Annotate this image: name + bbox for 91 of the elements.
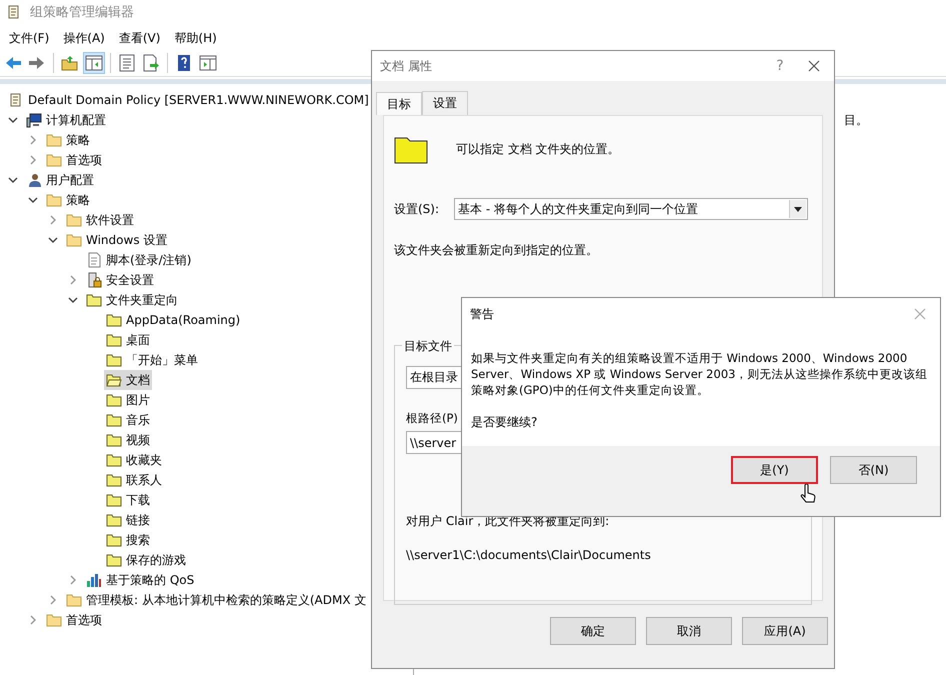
folder-icon (106, 472, 122, 488)
tree-item[interactable]: 首选项 (44, 610, 104, 630)
tree-item[interactable]: 策略 (44, 190, 92, 210)
computer-icon (26, 112, 42, 128)
group-label: 目标文件 (402, 338, 454, 355)
dialog-button[interactable]: 确定 (550, 617, 636, 645)
folder-icon (66, 212, 82, 228)
tree-item[interactable]: 文档 (104, 370, 152, 390)
menu-item[interactable]: 文件(F) (2, 30, 56, 46)
tree-item[interactable]: 保存的游戏 (104, 550, 188, 570)
tree-item[interactable]: 安全设置 (84, 270, 156, 290)
tree-item[interactable]: 链接 (104, 510, 152, 530)
folder-icon (46, 612, 62, 628)
list-icon (118, 54, 136, 72)
menu-item[interactable]: 查看(V) (112, 30, 168, 46)
tree-item[interactable]: 图片 (104, 390, 152, 410)
close-icon (914, 308, 926, 320)
tree-item[interactable]: 用户配置 (24, 170, 96, 190)
folder-icon (86, 292, 102, 308)
window-title: 组策略管理编辑器 (30, 4, 134, 21)
tree-item[interactable]: 收藏夹 (104, 450, 164, 470)
description-text: 可以指定 文档 文件夹的位置。 (456, 140, 620, 158)
user-icon (26, 172, 42, 188)
folder-icon (106, 512, 122, 528)
tree-item[interactable]: 音乐 (104, 410, 152, 430)
close-icon (808, 60, 820, 72)
info-text: 该文件夹会被重新定向到指定的位置。 (394, 242, 599, 259)
hand-cursor-icon (800, 484, 816, 504)
folder-icon (106, 332, 122, 348)
folder-icon (106, 452, 122, 468)
tree-item[interactable]: AppData(Roaming) (104, 310, 242, 330)
tree-item[interactable]: 首选项 (44, 150, 104, 170)
tree-item[interactable]: 文件夹重定向 (84, 290, 180, 310)
server-lock-icon (86, 272, 102, 288)
dialog-button[interactable]: 否(N) (830, 456, 917, 484)
folder-icon (46, 132, 62, 148)
tree-item[interactable]: 「开始」菜单 (104, 350, 200, 370)
folder-icon (66, 592, 82, 608)
tree-item[interactable]: Windows 设置 (64, 230, 170, 250)
field-label: 设置(S): (394, 200, 440, 218)
dialog-button[interactable]: 是(Y) (731, 456, 818, 484)
tab[interactable]: 设置 (422, 91, 468, 115)
folder-icon (106, 492, 122, 508)
tree-item[interactable]: 联系人 (104, 470, 164, 490)
help-icon (175, 54, 193, 72)
dialog-button[interactable]: 取消 (646, 617, 732, 645)
tree-item[interactable]: Default Domain Policy [SERVER1.WWW.NINEWORK.COM] (6, 90, 371, 110)
folder-icon (46, 152, 62, 168)
script-icon (86, 252, 102, 268)
export-icon (142, 54, 160, 72)
open-folder-icon (106, 372, 122, 388)
pane-text: 目。 (844, 113, 868, 127)
dialog-title: 警告 (470, 306, 495, 322)
tree-item[interactable]: 桌面 (104, 330, 152, 350)
dropdown-arrow-icon (794, 206, 802, 212)
folder-icon (66, 232, 82, 248)
panel-icon (199, 54, 217, 72)
tree-item[interactable]: 计算机配置 (24, 110, 108, 130)
back-arrow-icon (4, 54, 22, 72)
menu-item[interactable]: 帮助(H) (167, 30, 224, 46)
folder-icon (106, 312, 122, 328)
dialog-button[interactable]: 应用(A) (742, 617, 828, 645)
folder-icon (46, 192, 62, 208)
tree-item[interactable]: 视频 (104, 430, 152, 450)
forward-arrow-icon (28, 54, 46, 72)
tree-item[interactable]: 搜索 (104, 530, 152, 550)
panel-icon (85, 54, 103, 72)
dialog-title: 文档 属性 (380, 58, 433, 74)
help-button[interactable]: ? (766, 58, 794, 74)
menu-item[interactable]: 操作(A) (56, 30, 112, 46)
tab[interactable]: 目标 (376, 92, 422, 115)
message-text: 如果与文件夹重定向有关的组策略设置不适用于 Windows 2000、Windows 2000 Server、Windows XP 或 Windows Server 2003，则无法从这些操作系统中更改该组策略对象(GPO)中的任何文件夹重定向设置。 (471, 350, 928, 398)
folder-up-icon (61, 54, 79, 72)
tree-item[interactable]: 脚本(登录/注销) (84, 250, 194, 270)
target-path-text: \\server1\C:\documents\Clair\Documents (406, 548, 652, 562)
question-text: 是否要继续? (471, 414, 538, 431)
folder-icon (106, 352, 122, 368)
tree-item[interactable]: 管理模板: 从本地计算机中检索的策略定义(ADMX 文 (64, 590, 368, 610)
tree-item[interactable]: 策略 (44, 130, 92, 150)
bar-chart-icon (86, 572, 102, 588)
folder-icon (106, 432, 122, 448)
toolbar-button[interactable] (83, 52, 105, 74)
folder-icon (106, 532, 122, 548)
field-label: 根路径(P) (406, 411, 458, 426)
folder-icon (106, 412, 122, 428)
setting-dropdown[interactable]: 基本 - 将每个人的文件夹重定向到同一个位置 (454, 198, 808, 220)
folder-icon (106, 552, 122, 568)
tree-item[interactable]: 下载 (104, 490, 152, 510)
tree-item[interactable]: 基于策略的 QoS (84, 570, 196, 590)
tree-item[interactable]: 软件设置 (64, 210, 136, 230)
folder-icon (106, 392, 122, 408)
